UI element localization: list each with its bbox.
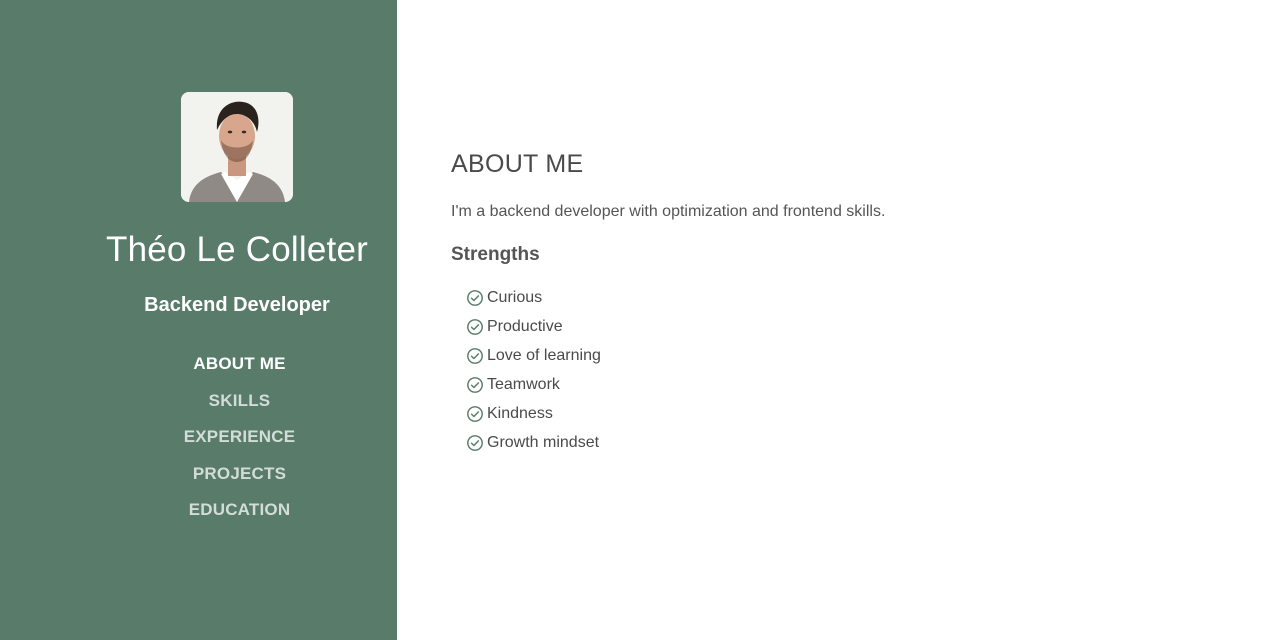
check-circle-icon [467, 376, 483, 393]
intro-text: I'm a backend developer with optimizatio… [451, 203, 886, 220]
section-title: ABOUT ME [451, 150, 584, 178]
check-circle-icon [467, 434, 483, 451]
list-item: Kindness [466, 399, 601, 428]
strengths-list: Curious Productive Love of learning Team… [466, 283, 601, 457]
check-circle-icon [467, 289, 483, 306]
strength-label: Productive [487, 317, 563, 335]
check-circle-icon [467, 405, 483, 422]
list-item: Productive [466, 312, 601, 341]
avatar [181, 92, 293, 202]
strength-label: Kindness [487, 404, 553, 422]
strength-label: Curious [487, 288, 543, 306]
list-item: Curious [466, 283, 601, 312]
check-circle-icon [467, 318, 483, 335]
sidebar: Théo Le Colleter Backend Developer ABOUT… [0, 0, 397, 640]
list-item: Love of learning [466, 341, 601, 370]
strength-label: Teamwork [487, 375, 560, 393]
check-circle-icon [467, 347, 483, 364]
strength-label: Growth mindset [487, 433, 600, 451]
list-item: Teamwork [466, 370, 601, 399]
list-item: Growth mindset [466, 428, 601, 457]
strengths-heading: Strengths [451, 244, 540, 265]
main-content: ABOUT ME I'm a backend developer with op… [397, 0, 1280, 640]
strength-label: Love of learning [487, 346, 601, 364]
page: Théo Le Colleter Backend Developer ABOUT… [0, 0, 1280, 640]
profile-photo [181, 92, 293, 202]
